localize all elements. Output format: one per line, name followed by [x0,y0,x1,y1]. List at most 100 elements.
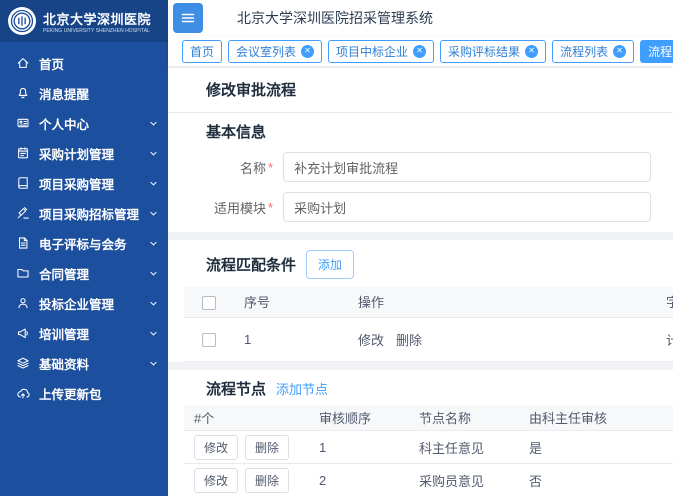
sidebar-item-label: 基础资料 [39,354,89,373]
upload-package-icon [16,386,30,400]
match-conditions-table: 序号操作字1 修改删除 计 [184,287,673,362]
profile-icon [16,116,30,130]
tab-evaluation-results[interactable]: 采购评标结果 ✕ [440,40,546,63]
chevron-down-icon [149,209,158,218]
node-name: 采购员意见 [409,464,519,496]
basic-info-form: 名称*适用模块* [168,152,673,222]
table-header-row: #个审核顺序节点名称由科主任审核 [184,405,673,431]
messages-icon [16,86,30,100]
tab-close-icon[interactable]: ✕ [301,45,314,58]
flow-nodes-title: 流程节点 [206,378,266,399]
chevron-down-icon [149,359,158,368]
app-title: 北京大学深圳医院招采管理系统 [237,8,433,28]
tab-home[interactable]: 首页 [182,40,222,63]
director-review: 否 [519,464,673,496]
tab-close-icon[interactable]: ✕ [613,45,626,58]
row-extra: 计 [656,317,673,361]
tab-label: 流程列表 [560,43,608,60]
modify-button[interactable]: 修改 [194,435,238,460]
sidebar-item-label: 个人中心 [39,114,89,133]
tab-process-list[interactable]: 流程列表 ✕ [552,40,634,63]
topbar: 北京大学深圳医院招采管理系统 [168,0,673,36]
tab-process[interactable]: 流程✕ [640,40,673,63]
tab-bar: 首页会议室列表✕项目中标企业✕采购评标结果✕流程列表✕流程✕ [168,36,673,66]
add-condition-button[interactable]: 添加 [306,250,354,279]
row-checkbox[interactable] [202,333,216,347]
module-input[interactable] [283,192,651,222]
delete-link[interactable]: 删除 [396,333,422,348]
main-area: 北京大学深圳医院招采管理系统 首页会议室列表✕项目中标企业✕采购评标结果✕流程列… [168,0,673,496]
sidebar-item-training[interactable]: 培训管理 [0,318,168,348]
tab-label: 首页 [190,43,214,60]
sidebar-item-messages[interactable]: 消息提醒 [0,78,168,108]
flow-nodes-table: #个审核顺序节点名称由科主任审核修改删除1科主任意见是修改删除2采购员意见否 [184,405,673,496]
sidebar-item-project-purchase[interactable]: 项目采购管理 [0,168,168,198]
page-title-wrap: 修改审批流程 [168,66,673,113]
hamburger-menu-button[interactable] [173,3,203,33]
sidebar-item-label: 电子评标与会务 [39,234,127,253]
sidebar-item-contract[interactable]: 合同管理 [0,258,168,288]
tab-label: 项目中标企业 [336,43,408,60]
tab-close-icon[interactable]: ✕ [413,45,426,58]
sidebar-item-evaluation[interactable]: 电子评标与会务 [0,228,168,258]
tab-meeting-rooms[interactable]: 会议室列表✕ [228,40,322,63]
sidebar: 北京大学深圳医院 PEKING UNIVERSITY SHENZHEN HOSP… [0,0,168,496]
sidebar-item-bidding[interactable]: 项目采购招标管理 [0,198,168,228]
chevron-down-icon [149,119,158,128]
tab-winning-companies[interactable]: 项目中标企业 ✕ [328,40,434,63]
column-header: 节点名称 [409,405,519,431]
column-header: 由科主任审核 [519,405,673,431]
logo-subtitle: PEKING UNIVERSITY SHENZHEN HOSPITAL [43,28,142,33]
sidebar-item-upload-package[interactable]: 上传更新包 [0,378,168,408]
column-header: 序号 [234,287,348,317]
evaluation-icon [16,236,30,250]
chevron-down-icon [149,299,158,308]
match-conditions-title: 流程匹配条件 [206,254,296,275]
hospital-logo-icon [8,7,36,35]
chevron-down-icon [149,329,158,338]
delete-button[interactable]: 删除 [245,468,289,493]
table-row: 修改删除2采购员意见否 [184,464,673,496]
add-node-link[interactable]: 添加节点 [276,379,328,398]
required-mark: * [268,160,273,175]
node-order: 1 [309,431,409,464]
sidebar-item-profile[interactable]: 个人中心 [0,108,168,138]
sidebar-item-label: 培训管理 [39,324,89,343]
delete-button[interactable]: 删除 [245,435,289,460]
row-index: 1 [234,317,348,361]
sidebar-item-purchase-plan[interactable]: 采购计划管理 [0,138,168,168]
select-all-checkbox[interactable] [202,296,216,310]
tab-label: 采购评标结果 [448,43,520,60]
table-header-row: 序号操作字 [184,287,673,317]
sidebar-item-basic-data[interactable]: 基础资料 [0,348,168,378]
chevron-down-icon [149,239,158,248]
page-title: 修改审批流程 [206,79,657,100]
sidebar-item-label: 首页 [39,54,64,73]
match-conditions-table-wrap: 序号操作字1 修改删除 计 [184,287,673,362]
name-input[interactable] [283,152,651,182]
modify-link[interactable]: 修改 [358,333,384,348]
field-label: 名称 [206,158,266,177]
sidebar-item-label: 项目采购管理 [39,174,114,193]
sidebar-menu: 首页消息提醒个人中心采购计划管理项目采购管理项目采购招标管理电子评标与会务合同管… [0,42,168,408]
logo-title: 北京大学深圳医院 [43,9,160,28]
sidebar-item-label: 消息提醒 [39,84,89,103]
column-header: #个 [184,405,309,431]
required-mark: * [268,200,273,215]
modify-button[interactable]: 修改 [194,468,238,493]
sidebar-item-home[interactable]: 首页 [0,48,168,78]
sidebar-item-label: 项目采购招标管理 [39,204,139,223]
table-row: 修改删除1科主任意见是 [184,431,673,464]
form-row-name: 名称* [206,152,673,182]
contract-icon [16,266,30,280]
column-header: 审核顺序 [309,405,409,431]
basic-data-icon [16,356,30,370]
tab-close-icon[interactable]: ✕ [525,45,538,58]
project-purchase-icon [16,176,30,190]
chevron-down-icon [149,179,158,188]
director-review: 是 [519,431,673,464]
tab-label: 流程 [648,43,672,60]
sidebar-item-bidder-companies[interactable]: 投标企业管理 [0,288,168,318]
section-divider [168,232,673,240]
sidebar-item-label: 合同管理 [39,264,89,283]
